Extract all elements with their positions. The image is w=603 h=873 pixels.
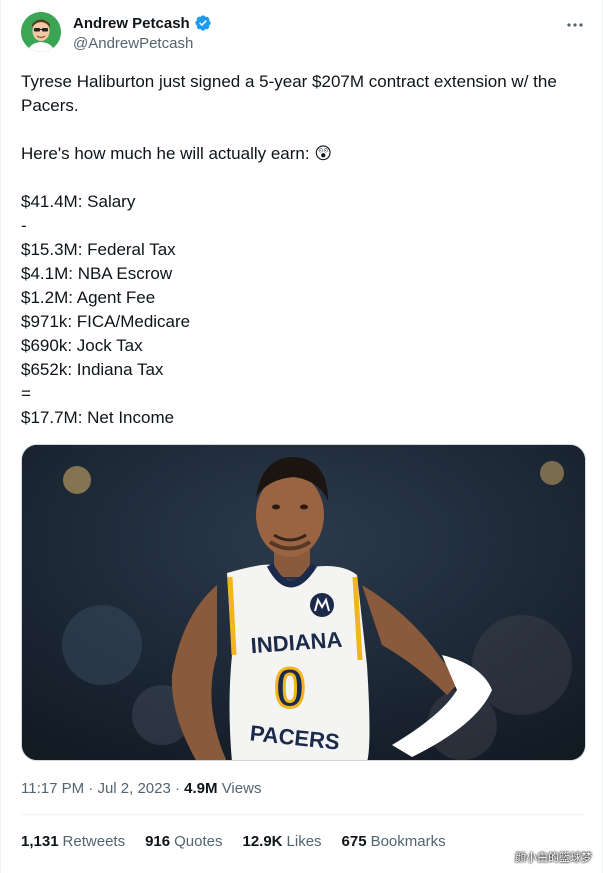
tweet-text: Tyrese Haliburton just signed a 5-year $…	[21, 70, 586, 430]
meta-dot: ·	[175, 780, 180, 797]
watermark: 颜小白的篮球梦	[515, 852, 592, 864]
jersey-number-text: 0	[274, 656, 305, 719]
more-horizontal-icon[interactable]	[566, 16, 584, 39]
retweets-label: Retweets	[62, 833, 126, 850]
retweets-count: 1,131	[21, 833, 59, 850]
retweets-stat[interactable]: 1,131 Retweets	[21, 833, 125, 850]
tweet-line: $971k: FICA/Medicare	[21, 312, 191, 331]
tweet-photo[interactable]: INDIANA 0 PACERS	[21, 444, 586, 761]
views-count: 4.9M	[184, 780, 218, 797]
avatar-illustration	[21, 12, 61, 52]
tweet-container: Andrew Petcash @AndrewPetcash Tyrese Hal…	[0, 0, 603, 873]
tweet-line: Pacers.	[21, 96, 79, 115]
tweet-header: Andrew Petcash @AndrewPetcash	[21, 12, 586, 56]
tweet-line: $4.1M: NBA Escrow	[21, 264, 173, 283]
tweet-line: $652k: Indiana Tax	[21, 360, 164, 379]
verified-badge-icon[interactable]	[194, 14, 212, 32]
tweet-time[interactable]: 11:17 PM	[21, 780, 84, 797]
player-photo: INDIANA 0 PACERS	[22, 445, 585, 760]
likes-count: 12.9K	[242, 833, 283, 850]
author-names: Andrew Petcash @AndrewPetcash	[73, 14, 212, 52]
tweet-line: $17.7M: Net Income	[21, 408, 175, 427]
quotes-label: Quotes	[174, 833, 223, 850]
tweet-meta: 11:17 PM · Jul 2, 2023 · 4.9M Views	[21, 780, 261, 797]
display-name[interactable]: Andrew Petcash	[73, 15, 190, 32]
tweet-line: Here's how much he will actually earn: 😲	[21, 144, 333, 163]
bookmarks-label: Bookmarks	[370, 833, 446, 850]
bookmarks-stat[interactable]: 675 Bookmarks	[342, 833, 446, 850]
tweet-line: $690k: Jock Tax	[21, 336, 143, 355]
tweet-line: Tyrese Haliburton just signed a 5-year $…	[21, 72, 557, 91]
tweet-date[interactable]: Jul 2, 2023	[97, 780, 170, 797]
avatar[interactable]	[21, 12, 61, 52]
tweet-line: $41.4M: Salary	[21, 192, 136, 211]
quotes-stat[interactable]: 916 Quotes	[145, 833, 222, 850]
views-label: Views	[221, 780, 262, 797]
meta-separator: ·	[88, 780, 94, 797]
author-handle[interactable]: @AndrewPetcash	[73, 35, 212, 52]
quotes-count: 916	[145, 833, 171, 850]
engagement-stats: 1,131 Retweets 916 Quotes 12.9K Likes 675 Bo…	[21, 833, 446, 850]
tweet-line: $1.2M: Agent Fee	[21, 288, 156, 307]
tweet-line: =	[21, 384, 31, 403]
bookmarks-count: 675	[341, 833, 367, 850]
display-name-row: Andrew Petcash	[73, 14, 212, 32]
likes-label: Likes	[286, 833, 322, 850]
tweet-line: -	[21, 216, 27, 235]
divider	[21, 814, 586, 815]
likes-stat[interactable]: 12.9K Likes	[242, 833, 321, 850]
tweet-line: $15.3M: Federal Tax	[21, 240, 176, 259]
